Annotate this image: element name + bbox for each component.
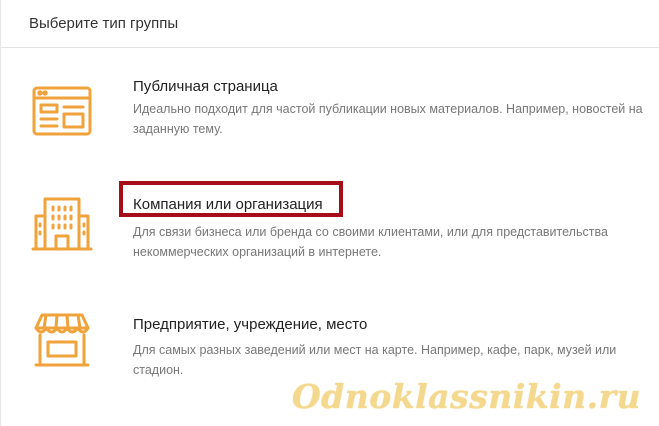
option-public-page[interactable]: Публичная страница Идеально подходит для…	[1, 60, 659, 170]
option-title: Компания или организация	[133, 196, 323, 213]
web-page-icon	[31, 82, 93, 142]
option-description: Идеально подходит для частой публикации …	[133, 102, 643, 136]
dialog-title: Выберите тип группы	[29, 15, 179, 32]
option-title: Публичная страница	[133, 78, 278, 95]
storefront-icon	[31, 310, 93, 370]
office-building-icon	[31, 194, 93, 254]
option-title: Предприятие, учреждение, место	[133, 316, 368, 333]
dialog-header: Выберите тип группы	[1, 0, 659, 48]
option-company[interactable]: Компания или организация Для связи бизне…	[1, 176, 659, 286]
watermark-text: Odnoklassnikin.ru	[291, 377, 641, 416]
option-description: Для связи бизнеса или бренда со своими к…	[133, 225, 608, 259]
option-description: Для самых разных заведений или мест на к…	[133, 343, 617, 377]
group-type-dialog: Выберите тип группы Публичная страница И…	[0, 0, 659, 426]
